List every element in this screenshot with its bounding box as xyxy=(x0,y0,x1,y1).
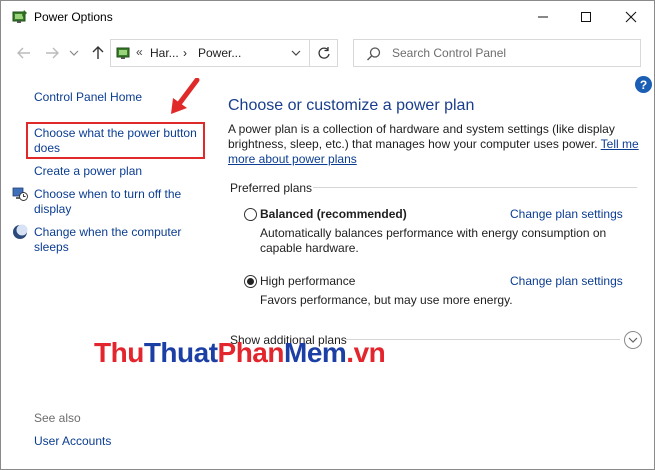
address-bar[interactable]: « Har... › Power... xyxy=(110,39,310,67)
plan-high-performance-radio[interactable] xyxy=(244,275,257,288)
window-title: Power Options xyxy=(34,10,113,24)
plan-balanced-radio[interactable] xyxy=(244,208,257,221)
search-placeholder: Search Control Panel xyxy=(392,46,507,60)
close-icon xyxy=(625,11,637,23)
breadcrumb-overflow[interactable]: « xyxy=(136,45,143,59)
divider xyxy=(313,187,637,188)
plan-balanced-name[interactable]: Balanced (recommended) xyxy=(260,207,407,221)
see-also-user-accounts[interactable]: User Accounts xyxy=(34,434,111,448)
search-input[interactable]: Search Control Panel xyxy=(353,39,641,67)
red-arrow-annotation xyxy=(171,78,200,114)
breadcrumb-power[interactable]: Power... xyxy=(198,46,241,60)
watermark-logo: ThuThuatPhanMem.vn xyxy=(94,337,386,368)
up-button[interactable] xyxy=(87,42,109,64)
change-plan-settings-balanced-link[interactable]: Change plan settings xyxy=(510,207,623,221)
sidebar-item-create-plan[interactable]: Create a power plan xyxy=(34,164,142,179)
control-panel-icon xyxy=(116,47,130,59)
arrow-left-icon xyxy=(17,47,30,59)
breadcrumb-separator[interactable]: › xyxy=(183,46,187,60)
sidebar-item-computer-sleeps[interactable]: Change when the computer sleeps xyxy=(34,225,194,255)
refresh-icon xyxy=(317,47,330,59)
close-button[interactable] xyxy=(608,1,654,33)
chevron-down-icon[interactable] xyxy=(289,47,303,59)
sidebar-item-power-button[interactable]: Choose what the power button does xyxy=(34,126,204,156)
divider xyxy=(346,339,620,340)
chevron-down-icon xyxy=(69,50,79,56)
sidebar-item-turn-off-display[interactable]: Choose when to turn off the display xyxy=(34,187,194,217)
forward-button[interactable] xyxy=(41,42,63,64)
plan-balanced-description: Automatically balances performance with … xyxy=(260,226,607,255)
expand-additional-plans-button[interactable] xyxy=(624,331,642,349)
power-options-icon xyxy=(12,10,27,23)
radio-selected-dot xyxy=(247,278,254,285)
plan-high-performance-description: Favors performance, but may use more ene… xyxy=(260,293,513,307)
minimize-button[interactable] xyxy=(520,1,566,33)
title-bar: Power Options xyxy=(1,1,654,33)
recent-locations-button[interactable] xyxy=(67,42,81,64)
page-title: Choose or customize a power plan xyxy=(228,97,475,114)
refresh-button[interactable] xyxy=(310,39,338,67)
page-description: A power plan is a collection of hardware… xyxy=(228,122,640,167)
see-also-label: See also xyxy=(34,411,81,425)
breadcrumb-hardware[interactable]: Har... xyxy=(150,46,179,60)
maximize-icon xyxy=(581,12,591,22)
monitor-clock-icon xyxy=(12,187,28,201)
arrow-up-icon xyxy=(92,46,104,59)
description-text: A power plan is a collection of hardware… xyxy=(228,122,615,151)
change-plan-settings-high-performance-link[interactable]: Change plan settings xyxy=(510,274,623,288)
minimize-icon xyxy=(538,16,548,18)
power-options-window: Power Options « Har... › Power... Search… xyxy=(0,0,655,470)
chevron-down-icon xyxy=(628,337,638,343)
arrow-right-icon xyxy=(46,47,59,59)
maximize-button[interactable] xyxy=(563,1,609,33)
moon-icon xyxy=(13,224,28,239)
preferred-plans-label: Preferred plans xyxy=(230,181,313,195)
sidebar-item-control-panel-home[interactable]: Control Panel Home xyxy=(34,90,142,105)
plan-high-performance-name[interactable]: High performance xyxy=(260,274,355,288)
back-button[interactable] xyxy=(13,42,35,64)
help-button[interactable]: ? xyxy=(635,76,652,93)
search-icon xyxy=(367,47,381,61)
